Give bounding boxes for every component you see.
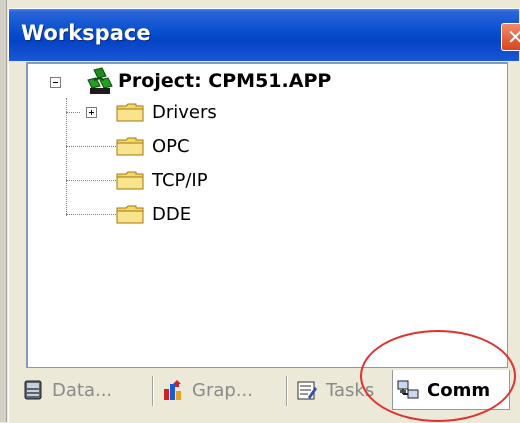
tree-item-tcpip[interactable]: TCP/IP [152,170,208,191]
graphics-icon [164,380,181,400]
tree-connector [66,112,80,113]
tree-connector [66,180,116,181]
close-button[interactable]: ✕ [501,23,520,51]
tab-database-label: Data... [52,380,113,401]
tab-tasks[interactable]: Tasks [292,370,388,410]
comm-icon [397,380,419,399]
tree-connector [66,146,116,147]
title-bar[interactable]: Workspace ✕ [9,9,520,61]
tree-connector [66,214,116,215]
tab-database[interactable]: Data... [18,370,148,410]
database-icon [24,380,42,400]
folder-icon [116,171,144,190]
workspace-tab-strip: Data... Grap... Tasks Comm [18,370,510,414]
folder-icon [116,205,144,224]
expand-toggle-drivers[interactable] [86,107,97,118]
tree-connector [66,98,67,216]
tasks-icon [297,381,317,400]
app-background: Workspace ✕ Project: CPM51.APP [0,0,520,423]
tab-comm-label: Comm [427,380,491,401]
tree-root-label[interactable]: Project: CPM51.APP [118,70,331,92]
tree-item-drivers[interactable]: Drivers [152,102,217,123]
tree-item-opc[interactable]: OPC [152,136,190,157]
tab-graphics-label: Grap... [192,380,253,401]
collapse-toggle-root[interactable] [50,77,61,88]
tree-item-dde[interactable]: DDE [152,204,191,225]
project-icon [87,67,113,94]
left-edge-strip [0,0,7,422]
project-tree: Project: CPM51.APP Drivers OPC TCP/IP DD… [26,62,508,368]
tab-tasks-label: Tasks [326,380,375,401]
tab-comm[interactable]: Comm [392,370,510,410]
folder-icon [116,137,144,156]
close-icon: ✕ [507,25,520,49]
folder-icon [116,103,144,122]
tab-separator [286,376,288,406]
window-title: Workspace [21,21,151,45]
tab-separator [152,376,154,406]
tab-graphics[interactable]: Grap... [158,370,282,410]
